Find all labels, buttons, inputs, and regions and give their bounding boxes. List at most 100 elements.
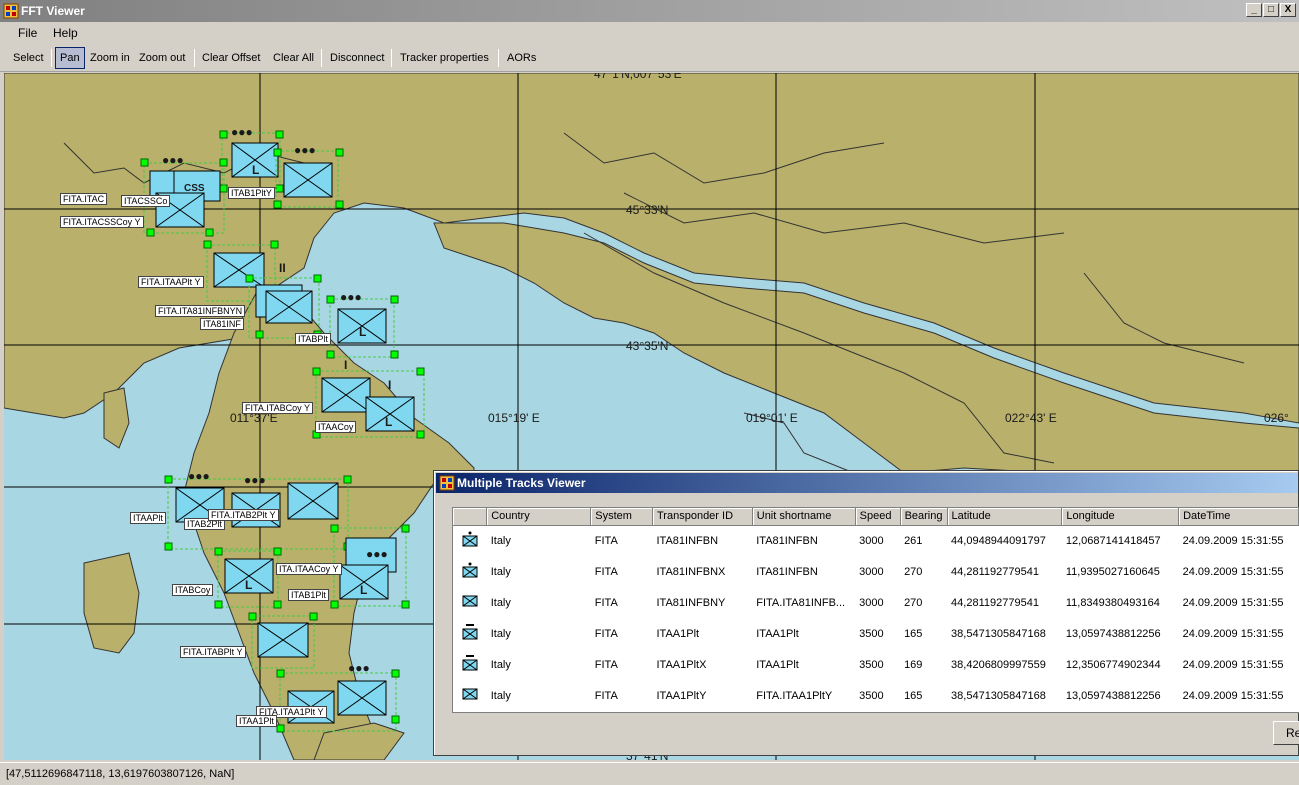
unit-label[interactable]: FITA.ITAAPlt Y [138, 276, 204, 288]
echelon-one: I [388, 378, 392, 392]
table-row[interactable]: Italy FITA ITA81INFBN ITA81INFBN 3000 261 44,0… [453, 525, 1299, 556]
column-header-country[interactable]: Country [486, 508, 592, 526]
cell-lon: 12,0687141418457 [1065, 534, 1161, 547]
cell-unit: FITA.ITA81INFB... [756, 596, 846, 609]
disconnect-button[interactable]: Disconnect [325, 47, 389, 69]
column-header-unit[interactable]: Unit shortname [752, 508, 856, 526]
echelon-dots: ●●● [348, 661, 370, 675]
toolbar-separator [498, 49, 499, 67]
clear-all-button[interactable]: Clear All [268, 47, 319, 69]
select-button[interactable]: Select [8, 47, 49, 69]
unit-label[interactable]: ITABCoy [172, 584, 214, 596]
menu-bar: File Help [0, 22, 1299, 44]
tracks-grid[interactable]: Country System Transponder ID Unit short… [452, 507, 1299, 713]
css-mark: CSS [184, 183, 205, 194]
coord-lon5: 026° [1264, 411, 1289, 425]
cell-bearing: 165 [904, 689, 923, 702]
dialog-title-bar[interactable]: Multiple Tracks Viewer [436, 473, 1298, 493]
toolbar-separator [51, 49, 52, 67]
unit-label[interactable]: FITA.ITAB2Plt Y [208, 509, 279, 521]
toolbar: Select Pan Zoom in Zoom out Clear Offset… [0, 44, 1299, 72]
zoom-in-button[interactable]: Zoom in [85, 47, 135, 69]
menu-file[interactable]: File [18, 26, 37, 40]
cell-dt: 24.09.2009 15:31:55 [1182, 534, 1284, 547]
toolbar-separator [391, 49, 392, 67]
coord-lon3: 019°01' E [746, 411, 798, 425]
unit-label[interactable]: ITACSSCo [121, 195, 171, 207]
cell-unit: FITA.ITAA1PltY [756, 689, 833, 702]
aors-button[interactable]: AORs [502, 47, 541, 69]
cell-speed: 3500 [859, 658, 884, 671]
cell-speed: 3500 [859, 689, 884, 702]
menu-help[interactable]: Help [53, 26, 78, 40]
title-bar: FFT Viewer _ □ X [0, 0, 1299, 22]
cell-dt: 24.09.2009 15:31:55 [1182, 596, 1284, 609]
minimize-button[interactable]: _ [1246, 3, 1262, 17]
cursor-coordinates: [47,5112696847118, 13,6197603807126, NaN… [6, 768, 235, 780]
tracks-table: Country System Transponder ID Unit short… [453, 508, 1299, 711]
pan-button[interactable]: Pan [55, 47, 85, 69]
cell-country: Italy [490, 565, 511, 578]
unit-label[interactable]: ITA81INF [200, 318, 244, 330]
maximize-button[interactable]: □ [1263, 3, 1279, 17]
cell-country: Italy [490, 689, 511, 702]
unit-letter: L [385, 415, 393, 429]
tracker-properties-button[interactable]: Tracker properties [395, 47, 494, 69]
cell-lon: 11,8349380493164 [1065, 596, 1160, 609]
unit-plain-icon [453, 680, 487, 711]
column-header-longitude[interactable]: Longitude [1061, 508, 1180, 526]
unit-label[interactable]: ITA.ITAACoy Y [276, 563, 342, 575]
cell-dt: 24.09.2009 15:31:55 [1182, 565, 1284, 578]
column-header-speed[interactable]: Speed [855, 508, 901, 526]
cell-lat: 44,0948944091797 [951, 534, 1046, 547]
column-header-datetime[interactable]: DateTime [1178, 508, 1299, 526]
unit-letter: L [359, 325, 367, 339]
cell-bearing: 270 [904, 596, 923, 609]
cell-country: Italy [490, 627, 511, 640]
unit-label[interactable]: ITAB1Plt [288, 589, 329, 601]
column-header-transponder[interactable]: Transponder ID [652, 508, 753, 526]
cell-speed: 3500 [859, 627, 884, 640]
table-row[interactable]: Italy FITA ITA81INFBNX ITA81INFBN 3000 270 44,… [453, 556, 1299, 587]
cell-lat: 38,5471305847168 [951, 627, 1046, 640]
unit-label[interactable]: FITA.ITAC [60, 193, 108, 205]
coord-lon2: 015°19' E [488, 411, 540, 425]
unit-label[interactable]: ITAB1PltY [228, 187, 275, 199]
unit-label[interactable]: FITA.ITA81INFBNYN [155, 305, 246, 317]
unit-label[interactable]: ITAACoy [315, 421, 357, 433]
toolbar-separator [194, 49, 195, 67]
cell-lat: 38,4206809997559 [951, 658, 1046, 671]
cell-system: FITA [594, 658, 618, 671]
unit-label[interactable]: FITA.ITACSSCoy Y [60, 216, 144, 228]
cell-system: FITA [594, 689, 618, 702]
cell-speed: 3000 [859, 596, 884, 609]
table-row[interactable]: Italy FITA ITA81INFBNY FITA.ITA81INFB... 300… [453, 587, 1299, 618]
cell-dt: 24.09.2009 15:31:55 [1182, 658, 1284, 671]
clear-offset-button[interactable]: Clear Offset [197, 47, 266, 69]
table-row[interactable]: Italy FITA ITAA1Plt ITAA1Plt 3500 165 38,54713… [453, 618, 1299, 649]
unit-label[interactable]: ITABPlt [295, 333, 331, 345]
cell-transponder: ITAA1PltX [656, 658, 707, 671]
column-header-latitude[interactable]: Latitude [947, 508, 1063, 526]
coord-lat1: 45°33'N [626, 203, 669, 217]
cell-bearing: 270 [904, 565, 923, 578]
unit-letter: L [360, 583, 368, 597]
close-button[interactable]: X [1280, 3, 1296, 17]
cell-lon: 12,3506774902344 [1065, 658, 1161, 671]
zoom-out-button[interactable]: Zoom out [134, 47, 190, 69]
unit-label[interactable]: FITA.ITABPlt Y [180, 646, 246, 658]
cell-system: FITA [594, 596, 618, 609]
cell-speed: 3000 [859, 534, 884, 547]
refresh-button[interactable]: Re [1273, 721, 1299, 745]
echelon-dots: ●●● [244, 473, 266, 487]
column-header-bearing[interactable]: Bearing [900, 508, 948, 526]
column-header-system[interactable]: System [590, 508, 653, 526]
unit-label[interactable]: FITA.ITABCoy Y [242, 402, 314, 414]
cell-lat: 44,281192779541 [951, 596, 1039, 609]
unit-label[interactable]: ITAAPlt [130, 512, 166, 524]
table-row[interactable]: Italy FITA ITAA1PltY FITA.ITAA1PltY 3500 165 3… [453, 680, 1299, 711]
unit-letter: L [245, 578, 253, 592]
toolbar-separator [321, 49, 322, 67]
table-row[interactable]: Italy FITA ITAA1PltX ITAA1Plt 3500 169 38,4206… [453, 649, 1299, 680]
unit-label[interactable]: ITAA1Plt [236, 715, 277, 727]
